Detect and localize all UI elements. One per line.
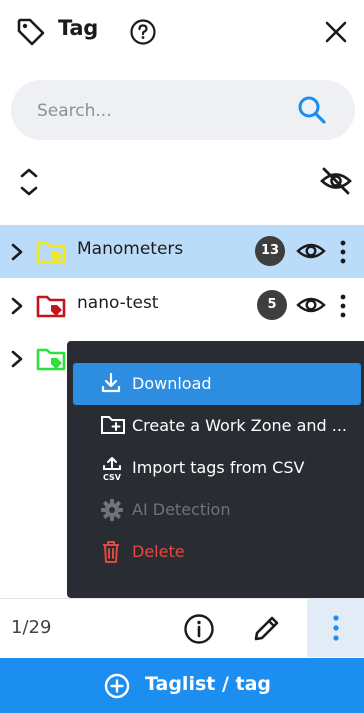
chevron-right-icon[interactable] (9, 349, 25, 373)
menu-item-label: AI Detection (132, 500, 231, 519)
add-circle-icon (104, 673, 130, 699)
hide-all-icon[interactable] (319, 166, 353, 200)
tag-icon (15, 16, 47, 52)
count-badge: 5 (257, 290, 287, 320)
tag-name: Manometers (77, 239, 184, 259)
more-vertical-icon[interactable] (338, 293, 348, 323)
count-badge: 13 (255, 236, 285, 266)
eye-icon[interactable] (296, 240, 326, 266)
edit-pencil-icon[interactable] (252, 613, 282, 647)
tag-folder-icon (36, 239, 68, 269)
gear-icon (101, 499, 123, 521)
panel-title: Tag (58, 16, 98, 40)
more-vertical-icon[interactable] (338, 239, 348, 269)
eye-icon[interactable] (296, 294, 326, 320)
menu-item-ai-detection: AI Detection (73, 489, 361, 531)
add-taglist-label: Taglist / tag (145, 673, 272, 695)
svg-text:CSV: CSV (103, 473, 122, 482)
menu-item-import-csv[interactable]: CSV Import tags from CSV (73, 447, 361, 489)
more-vertical-icon (333, 615, 339, 641)
context-menu: Download Create a Work Zone and ... CSV … (67, 341, 364, 598)
menu-item-label: Download (132, 374, 212, 393)
panel-header: Tag (0, 0, 364, 64)
close-icon[interactable] (323, 19, 349, 49)
tag-row[interactable]: nano-test 5 (0, 279, 364, 332)
tag-folder-icon (36, 346, 68, 376)
chevron-right-icon[interactable] (9, 242, 25, 266)
folder-plus-icon (101, 416, 125, 434)
search-bar (11, 80, 355, 140)
chevron-right-icon[interactable] (9, 296, 25, 320)
search-icon[interactable] (296, 94, 328, 130)
menu-item-label: Import tags from CSV (132, 458, 305, 477)
csv-upload-icon: CSV (103, 457, 122, 482)
search-input[interactable] (35, 96, 289, 126)
menu-item-delete[interactable]: Delete (73, 531, 361, 573)
menu-item-download[interactable]: Download (73, 363, 361, 405)
info-icon[interactable] (183, 613, 215, 649)
page-count: 1/29 (11, 617, 52, 638)
tag-folder-icon (36, 293, 68, 323)
expand-collapse-icon[interactable] (17, 166, 41, 202)
download-icon (101, 372, 121, 393)
menu-item-label: Create a Work Zone and ... (132, 416, 348, 435)
menu-item-create-work-zone[interactable]: Create a Work Zone and ... (73, 405, 361, 447)
tag-name: nano-test (77, 293, 159, 313)
help-icon[interactable] (129, 18, 157, 50)
trash-icon (103, 541, 119, 563)
more-options-button[interactable] (307, 599, 364, 657)
menu-item-label: Delete (132, 542, 185, 561)
tag-row[interactable]: Manometers 13 (0, 225, 364, 278)
add-taglist-button[interactable]: Taglist / tag (0, 658, 364, 713)
